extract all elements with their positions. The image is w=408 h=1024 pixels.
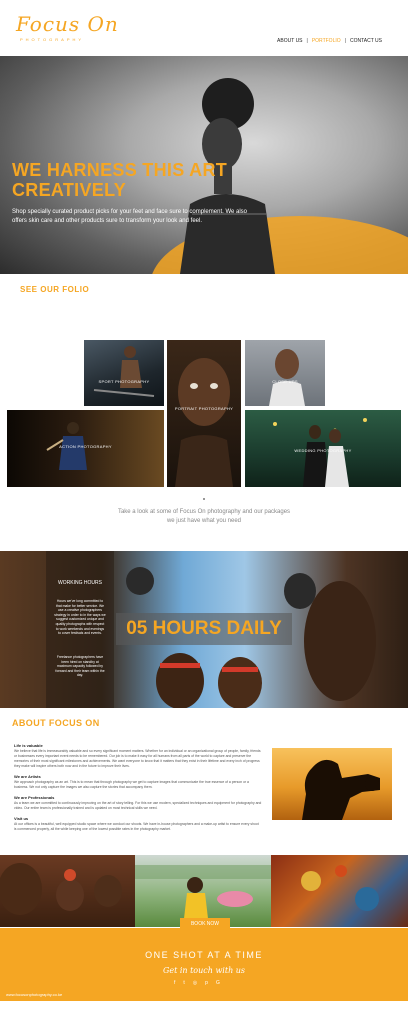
tile-label: ACTION PHOTOGRAPHY xyxy=(59,444,112,449)
folio-caption-line2: we just have what you need xyxy=(166,518,242,524)
tile-label: SPORT PHOTOGRAPHY xyxy=(98,379,150,384)
logo-tagline: PHOTOGRAPHY xyxy=(20,37,85,42)
folio-caption-line1: Take a look at some of Focus On photogra… xyxy=(117,509,291,515)
logo[interactable]: Focus On PHOTOGRAPHY xyxy=(16,12,119,42)
site-footer: ONE SHOT AT A TIME Get in touch with us … xyxy=(0,928,408,1001)
photographer-silhouette xyxy=(302,759,380,820)
nav-portfolio[interactable]: PORTFOLIO xyxy=(312,38,341,44)
gallery-strip-fabric xyxy=(271,855,408,927)
hero-description: Shop specially curated product picks for… xyxy=(12,209,248,224)
park-photo xyxy=(135,865,271,927)
hours-headline: 05 HOURS DAILY xyxy=(126,618,282,639)
nav-contact-us[interactable]: CONTACT US xyxy=(350,38,382,44)
instagram-icon[interactable]: ◎ xyxy=(193,980,197,986)
gallery-strip-park xyxy=(135,855,271,927)
nav-about-us[interactable]: ABOUT US xyxy=(277,38,302,44)
portfolio-tile-sport[interactable]: SPORT PHOTOGRAPHY xyxy=(84,340,164,406)
hours-text-secondary: Freelance photographers have been hired … xyxy=(55,655,105,678)
about-heading: Visit us xyxy=(14,816,29,821)
photographer-silhouette-image xyxy=(272,748,392,820)
working-hours-section: WORKING HOURS Hours we've long committed… xyxy=(0,551,408,708)
about-body: Life is valuable We believe that life is… xyxy=(14,738,262,832)
social-links: f t ◎ p G xyxy=(174,980,220,986)
hero-banner: WE HARNESS THIS ART CREATIVELY Shop spec… xyxy=(0,56,408,274)
footer-title: ONE SHOT AT A TIME xyxy=(145,950,263,960)
footer-website-link[interactable]: www.focusonphotography.co.ke xyxy=(6,992,62,997)
pinterest-icon[interactable]: p xyxy=(205,980,208,986)
tile-label: PORTRAIT PHOTOGRAPHY xyxy=(174,406,234,411)
children-photo xyxy=(0,863,122,915)
about-paragraph: At our offices is a beautiful, well equi… xyxy=(14,822,259,831)
portfolio-tile-action[interactable]: ACTION PHOTOGRAPHY xyxy=(7,410,164,487)
about-heading: We are Artists xyxy=(14,774,41,779)
facebook-icon[interactable]: f xyxy=(174,980,175,986)
hours-text: Hours we've long committed to that make … xyxy=(54,599,106,636)
about-title: ABOUT FOCUS ON xyxy=(12,718,100,728)
portrait-photo xyxy=(175,358,233,487)
about-paragraph: We believe that life is immeasurably val… xyxy=(14,749,261,768)
portfolio-tile-wedding[interactable]: WEDDING PHOTOGRAPHY xyxy=(245,410,401,487)
about-heading: We are Professionals xyxy=(14,795,55,800)
hours-banner: 05 HOURS DAILY xyxy=(116,613,292,645)
tile-label: CLOSE UPS xyxy=(272,379,298,384)
tile-label: WEDDING PHOTOGRAPHY xyxy=(294,448,352,453)
sport-photo xyxy=(93,346,155,397)
logo-name: Focus On xyxy=(16,12,119,36)
about-paragraph: We approach photography as an art. This … xyxy=(14,780,249,789)
portfolio-tile-close-ups[interactable]: CLOSE UPS xyxy=(245,340,325,406)
divider-dot xyxy=(203,498,205,500)
site-header: Focus On PHOTOGRAPHY ABOUT US | PORTFOLI… xyxy=(0,0,408,56)
nav-separator: | xyxy=(306,38,308,44)
footer-subtitle: Get in touch with us xyxy=(162,966,246,975)
twitter-icon[interactable]: t xyxy=(183,980,184,986)
hours-label: WORKING HOURS xyxy=(58,580,102,586)
close-up-photo xyxy=(269,349,305,406)
folio-section-title: SEE OUR FOLIO xyxy=(20,285,90,294)
about-heading: Life is valuable xyxy=(14,743,43,748)
fabric-photo xyxy=(301,865,379,911)
google-plus-icon[interactable]: G xyxy=(216,980,220,986)
about-paragraph: As a team we are committed to continuous… xyxy=(14,801,262,810)
portfolio-tile-portrait[interactable]: PORTRAIT PHOTOGRAPHY xyxy=(167,340,241,487)
main-nav: ABOUT US | PORTFOLIO | CONTACT US xyxy=(277,38,382,44)
hours-info-panel: WORKING HOURS Hours we've long committed… xyxy=(46,551,114,708)
gallery-strip-kids xyxy=(0,855,135,927)
nav-separator: | xyxy=(344,38,346,44)
hero-title: WE HARNESS THIS ART CREATIVELY xyxy=(12,160,228,200)
